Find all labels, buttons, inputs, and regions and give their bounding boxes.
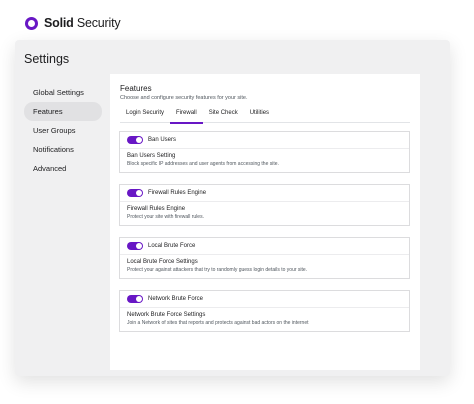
nav-item-user-groups[interactable]: User Groups [24,121,102,140]
feature-card-ban-users: Ban Users Ban Users Setting Block specif… [119,131,410,173]
nav-item-global-settings[interactable]: Global Settings [24,83,102,102]
panel-title: Features [120,84,152,93]
feature-setting-description: Block specific IP addresses and user age… [127,161,279,167]
tab-utilities[interactable]: Utilities [244,108,275,123]
divider [120,201,409,202]
nav-item-advanced[interactable]: Advanced [24,159,102,178]
feature-setting-title: Local Brute Force Settings [127,259,198,265]
feature-card-network-brute-force: Network Brute Force Network Brute Force … [119,290,410,332]
feature-toggle-label: Local Brute Force [148,243,196,249]
settings-nav: Global Settings Features User Groups Not… [24,83,102,178]
tab-firewall[interactable]: Firewall [170,108,203,124]
divider [120,148,409,149]
divider [120,254,409,255]
feature-setting-description: Protect your site with firewall rules. [127,214,204,220]
feature-setting-description: Protect your against attackers that try … [127,267,308,273]
shield-logo-icon [25,16,38,30]
feature-card-local-brute-force: Local Brute Force Local Brute Force Sett… [119,237,410,279]
feature-toggle-label: Ban Users [148,137,177,143]
feature-setting-title: Ban Users Setting [127,153,176,159]
brand-name-bold: Solid [44,16,74,30]
ban-users-toggle[interactable] [127,136,143,144]
local-brute-force-toggle[interactable] [127,242,143,250]
brand-name-rest: Security [73,16,121,30]
settings-window: Settings Global Settings Features User G… [15,40,450,376]
feature-card-firewall-rules: Firewall Rules Engine Firewall Rules Eng… [119,184,410,226]
feature-tabs: Login Security Firewall Site Check Utili… [120,108,410,124]
nav-item-features[interactable]: Features [24,102,102,121]
tab-login-security[interactable]: Login Security [120,108,170,123]
brand-name: Solid Security [44,16,121,30]
firewall-rules-toggle[interactable] [127,189,143,197]
network-brute-force-toggle[interactable] [127,295,143,303]
brand: Solid Security [25,16,121,30]
feature-toggle-label: Network Brute Force [148,296,204,302]
tab-site-check[interactable]: Site Check [203,108,244,123]
features-panel: Features Choose and configure security f… [110,74,420,370]
feature-card-header: Ban Users [120,132,409,148]
page-title: Settings [24,52,70,66]
feature-setting-title: Network Brute Force Settings [127,312,206,318]
feature-card-header: Firewall Rules Engine [120,185,409,201]
feature-setting-description: Join a Network of sites that reports and… [127,320,309,326]
feature-setting-title: Firewall Rules Engine [127,206,186,212]
feature-toggle-label: Firewall Rules Engine [148,190,207,196]
panel-subtitle: Choose and configure security features f… [120,95,248,101]
feature-card-header: Network Brute Force [120,291,409,307]
divider [120,307,409,308]
feature-card-header: Local Brute Force [120,238,409,254]
feature-cards: Ban Users Ban Users Setting Block specif… [119,131,410,343]
nav-item-notifications[interactable]: Notifications [24,140,102,159]
